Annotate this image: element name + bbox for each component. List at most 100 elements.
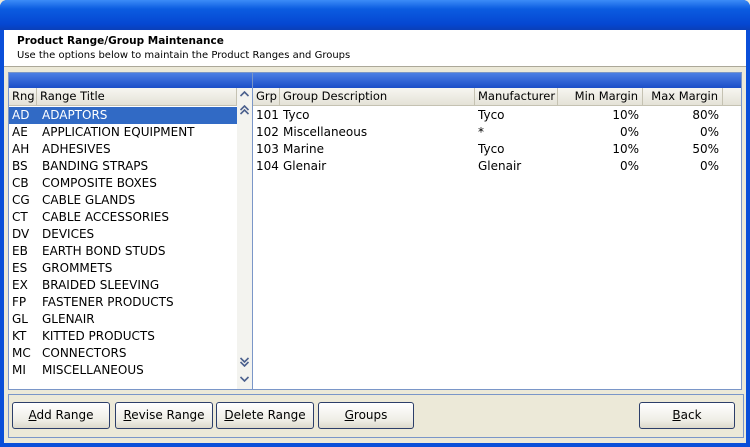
range-code: DV [12, 227, 30, 241]
title-bar[interactable] [0, 0, 750, 30]
group-min-margin: 10% [612, 142, 639, 156]
ranges-scrollbar[interactable] [237, 88, 252, 389]
groups-mnemonic: G [344, 408, 354, 422]
range-code: EB [12, 244, 28, 258]
range-row[interactable]: CG CABLE GLANDS [9, 192, 237, 209]
range-code: ES [12, 261, 28, 275]
range-row[interactable]: CB COMPOSITE BOXES [9, 175, 237, 192]
double-up-arrow-icon[interactable] [237, 104, 252, 120]
range-title: CABLE ACCESSORIES [42, 210, 169, 224]
down-arrow-icon[interactable] [237, 373, 252, 388]
range-code: GL [12, 312, 28, 326]
double-down-arrow-icon[interactable] [237, 357, 252, 372]
group-row[interactable]: 104 Glenair Glenair 0% 0% [253, 158, 741, 175]
range-row[interactable]: ES GROMMETS [9, 260, 237, 277]
range-row[interactable]: DV DEVICES [9, 226, 237, 243]
group-max-margin: 0% [699, 159, 719, 173]
range-row[interactable]: FP FASTENER PRODUCTS [9, 294, 237, 311]
range-title: GROMMETS [42, 261, 113, 275]
range-title: ADAPTORS [42, 108, 108, 122]
range-title: ADHESIVES [42, 142, 111, 156]
group-description: Miscellaneous [283, 125, 368, 139]
group-description: Glenair [283, 159, 327, 173]
group-manufacturer: Tyco [478, 108, 505, 122]
revise-range-label: evise Range [131, 408, 205, 422]
page-subtitle: Use the options below to maintain the Pr… [17, 50, 351, 61]
range-row[interactable]: AH ADHESIVES [9, 141, 237, 158]
range-code: CB [12, 176, 29, 190]
range-code: FP [12, 295, 27, 309]
range-row[interactable]: AE APPLICATION EQUIPMENT [9, 124, 237, 141]
group-code: 104 [256, 159, 279, 173]
back-button[interactable]: Back [639, 402, 735, 429]
group-row[interactable]: 103 Marine Tyco 10% 50% [253, 141, 741, 158]
add-range-button[interactable]: Add Range [12, 402, 110, 429]
column-header-range-title[interactable]: Range Title [37, 88, 237, 106]
range-code: KT [12, 329, 27, 343]
range-title: MISCELLANEOUS [42, 363, 144, 377]
range-row[interactable]: BS BANDING STRAPS [9, 158, 237, 175]
group-min-margin: 0% [619, 125, 639, 139]
range-row[interactable]: MI MISCELLANEOUS [9, 362, 237, 379]
delete-range-mnemonic: D [224, 408, 234, 422]
group-code: 102 [256, 125, 279, 139]
client-area: Product Range/Group Maintenance Use the … [4, 30, 746, 443]
group-manufacturer: * [478, 125, 484, 139]
ranges-panel-header [9, 73, 252, 88]
range-title: FASTENER PRODUCTS [42, 295, 174, 309]
range-title: BRAIDED SLEEVING [42, 278, 160, 292]
range-code: CT [12, 210, 28, 224]
range-row[interactable]: EB EARTH BOND STUDS [9, 243, 237, 260]
revise-range-button[interactable]: Revise Range [115, 402, 213, 429]
range-title: COMPOSITE BOXES [42, 176, 157, 190]
column-header-grp[interactable]: Grp [253, 88, 280, 106]
column-header-group-description[interactable]: Group Description [280, 88, 475, 106]
groups-panel-header [253, 73, 741, 88]
range-row[interactable]: EX BRAIDED SLEEVING [9, 277, 237, 294]
add-range-label: dd Range [36, 408, 94, 422]
ranges-panel: Rng Range Title AD ADAPTORS AE APPLICATION … [8, 72, 253, 390]
range-title: CONNECTORS [42, 346, 127, 360]
range-code: BS [12, 159, 28, 173]
range-title: GLENAIR [42, 312, 95, 326]
app-window: Product Range/Group Maintenance Use the … [0, 0, 750, 447]
range-code: EX [12, 278, 28, 292]
range-row[interactable]: AD ADAPTORS [9, 107, 237, 124]
range-title: EARTH BOND STUDS [42, 244, 166, 258]
group-description: Tyco [283, 108, 310, 122]
column-header-min-margin[interactable]: Min Margin [558, 88, 643, 106]
range-code: AE [12, 125, 28, 139]
delete-range-label: elete Range [233, 408, 306, 422]
back-mnemonic: B [672, 408, 681, 422]
up-arrow-icon[interactable] [237, 88, 252, 103]
column-header-rng[interactable]: Rng [9, 88, 37, 106]
column-header-filler [723, 88, 741, 106]
range-code: AH [12, 142, 30, 156]
group-max-margin: 80% [692, 108, 719, 122]
group-max-margin: 50% [692, 142, 719, 156]
groups-panel: Grp Group Description Manufacturer Min M… [252, 72, 742, 390]
page-title: Product Range/Group Maintenance [17, 35, 224, 47]
group-code: 103 [256, 142, 279, 156]
range-title: APPLICATION EQUIPMENT [42, 125, 195, 139]
range-row[interactable]: MC CONNECTORS [9, 345, 237, 362]
range-title: KITTED PRODUCTS [42, 329, 155, 343]
group-code: 101 [256, 108, 279, 122]
group-description: Marine [283, 142, 324, 156]
group-row[interactable]: 102 Miscellaneous * 0% 0% [253, 124, 741, 141]
range-title: BANDING STRAPS [42, 159, 149, 173]
range-row[interactable]: GL GLENAIR [9, 311, 237, 328]
group-manufacturer: Tyco [478, 142, 505, 156]
column-header-manufacturer[interactable]: Manufacturer [475, 88, 558, 106]
range-code: MC [12, 346, 31, 360]
range-code: MI [12, 363, 26, 377]
button-bar: Add Range Revise Range Delete Range Grou… [8, 394, 744, 438]
range-row[interactable]: KT KITTED PRODUCTS [9, 328, 237, 345]
range-title: CABLE GLANDS [42, 193, 136, 207]
delete-range-button[interactable]: Delete Range [216, 402, 314, 429]
range-row[interactable]: CT CABLE ACCESSORIES [9, 209, 237, 226]
column-header-max-margin[interactable]: Max Margin [643, 88, 723, 106]
group-row[interactable]: 101 Tyco Tyco 10% 80% [253, 107, 741, 124]
groups-label: roups [353, 408, 388, 422]
groups-button[interactable]: Groups [318, 402, 414, 429]
